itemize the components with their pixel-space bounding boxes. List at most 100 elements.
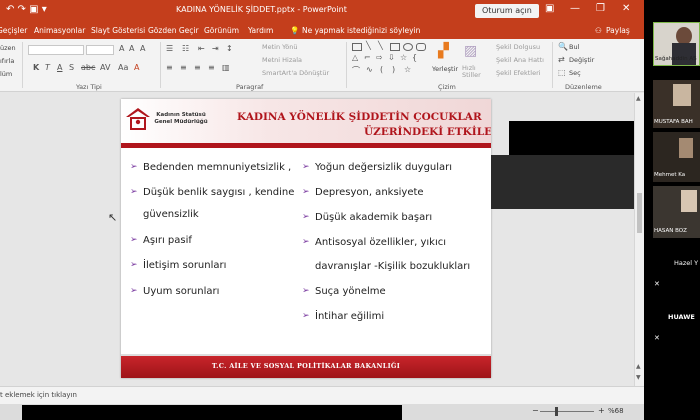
zoom-slider[interactable] [540,411,594,412]
minimize-icon[interactable]: — [570,3,580,14]
tab-transitions[interactable]: Geçişler [0,26,27,35]
grow-font-icon[interactable]: A [119,44,124,53]
select-icon: ⬚ [558,68,566,77]
smartart-button[interactable]: SmartArt'a Dönüştür [262,69,329,77]
arrange-button[interactable]: Yerleştir [432,65,458,73]
scroll-thumb[interactable] [637,193,642,233]
replace-button[interactable]: Değiştir [569,56,594,64]
bullets-icon[interactable]: ☰ [166,44,173,53]
shape-rounded-icon[interactable] [416,43,426,51]
justify-icon[interactable]: ≡ [208,63,215,72]
clear-format-icon[interactable]: A [140,44,145,53]
font-name-box[interactable] [28,45,84,55]
participant-video [681,190,697,212]
vertical-scrollbar[interactable]: ▲ ▲ ▼ [634,93,644,386]
shape-wave-icon[interactable]: ∿ [366,65,373,74]
align-text-button[interactable]: Metni Hizala [262,56,302,64]
strikethrough-icon[interactable]: abc [81,63,95,72]
close-icon[interactable]: ✕ [622,3,630,14]
shadow-icon[interactable]: S [69,63,74,72]
bold-icon[interactable]: K [33,63,39,72]
mouse-cursor-icon: ↖ [108,211,118,224]
select-button[interactable]: Seç [569,69,581,77]
ribbon: üzen ıfırla lüm A A A K T A S abc AV Aa … [0,39,644,92]
shape-oval-icon[interactable] [403,43,413,51]
shape-star-icon[interactable]: ☆ [400,53,407,62]
share-button[interactable]: Paylaş [606,26,630,35]
font-group-label: Yazı Tipi [76,83,102,91]
zoom-in-button[interactable]: + [598,406,605,415]
list-item: ➢ Düşük benlik saygısı , kendine [130,187,295,198]
obscured-status-region [22,405,402,420]
columns-icon[interactable]: ▥ [222,63,230,72]
shape-lshape-icon[interactable]: ⌐ [364,53,371,62]
shape-rect-icon[interactable] [352,43,362,51]
shape-triangle-icon[interactable]: △ [352,53,358,62]
restore-icon[interactable]: ❐ [596,3,605,14]
underline-icon[interactable]: A [57,63,62,72]
shape-arrow-icon[interactable]: ╲ [378,41,383,50]
list-item: ➢ Suça yönelme [302,286,386,297]
font-size-box[interactable] [86,45,114,55]
shape-arrow-down-icon[interactable]: ⇩ [388,53,395,62]
align-right-icon[interactable]: ≡ [194,63,201,72]
shape-bracket-icon[interactable]: ( [380,65,383,74]
scroll-up-icon[interactable]: ▲ [636,95,641,102]
line-spacing-icon[interactable]: ↕ [226,44,233,53]
shape-curve-icon[interactable]: ⌒ [352,65,360,76]
decrease-indent-icon[interactable]: ⇤ [198,44,205,53]
shape-star2-icon[interactable]: ☆ [404,65,411,74]
increase-indent-icon[interactable]: ⇥ [212,44,219,53]
align-center-icon[interactable]: ≡ [180,63,187,72]
shape-bracket2-icon[interactable]: ) [392,65,395,74]
zoom-slider-handle[interactable] [555,407,558,416]
notes-bar[interactable]: t eklemek için tıklayın [0,386,644,404]
change-case-icon[interactable]: Aa [118,63,128,72]
paragraph-group-label: Paragraf [236,83,264,91]
char-spacing-icon[interactable]: AV [100,63,110,72]
slide[interactable]: Kadının Statüsü Genel Müdürlüğü KADINA Y… [121,99,491,378]
reset-button[interactable]: ıfırla [0,57,14,65]
find-button[interactable]: Bul [569,43,579,51]
section-button[interactable]: lüm [0,70,12,78]
quick-styles-icon[interactable]: ▨ [464,43,477,59]
shape-effects-button[interactable]: Şekil Efektleri [496,69,541,77]
quick-styles-button[interactable]: Hızlı Stiller [462,65,486,79]
participant-tile[interactable]: Sağahaddin AS [653,22,700,66]
participant-name[interactable]: Hazel Y [674,259,698,267]
tab-animations[interactable]: Animasyonlar [34,26,85,35]
shape-fill-button[interactable]: Şekil Dolgusu [496,43,540,51]
align-left-icon[interactable]: ≡ [166,63,173,72]
participant-name: HASAN BOZ [654,228,687,234]
shape-outline-button[interactable]: Şekil Ana Hattı [496,56,544,64]
shape-line-icon[interactable]: ╲ [366,41,371,50]
zoom-level[interactable]: %68 [608,407,624,415]
numbering-icon[interactable]: ☷ [182,44,189,53]
title-bar: ↶ ↷ ▣ ▾ KADINA YÖNELİK ŞİDDET.pptx - Pow… [0,0,644,22]
scroll-prev-icon[interactable]: ▲ [636,363,641,370]
tab-help[interactable]: Yardım [248,26,273,35]
tab-view[interactable]: Görünüm [204,26,239,35]
notes-placeholder[interactable]: t eklemek için tıklayın [0,391,77,399]
font-color-icon[interactable]: A [134,63,139,72]
arrange-icon[interactable]: ▞ [438,43,449,59]
tell-me-search[interactable]: Ne yapmak istediğinizi söyleyin [302,26,420,35]
participant-tile[interactable]: MUSTAFA BAH [653,80,700,128]
layout-button[interactable]: üzen [0,44,16,52]
zoom-out-button[interactable]: − [532,406,539,415]
scroll-next-icon[interactable]: ▼ [636,374,641,381]
shape-box-icon[interactable] [390,43,400,51]
tab-slideshow[interactable]: Slayt Gösterisi [91,26,145,35]
quick-access-toolbar[interactable]: ↶ ↷ ▣ ▾ [6,4,47,15]
italic-icon[interactable]: T [45,63,50,72]
ribbon-display-icon[interactable]: ▣ [545,3,554,14]
tab-review[interactable]: Gözden Geçir [148,26,199,35]
shape-brace-icon[interactable]: { [412,53,417,62]
participant-tile[interactable]: HASAN BOZ [653,186,700,238]
participant-name[interactable]: HUAWE [668,313,695,321]
participant-tile[interactable]: Mehmet Ka [653,132,700,182]
shrink-font-icon[interactable]: A [129,44,134,53]
text-direction-button[interactable]: Metin Yönü [262,43,297,51]
sign-in-button[interactable]: Oturum açın [475,4,539,18]
shape-arrow-right-icon[interactable]: ⇨ [376,53,383,62]
